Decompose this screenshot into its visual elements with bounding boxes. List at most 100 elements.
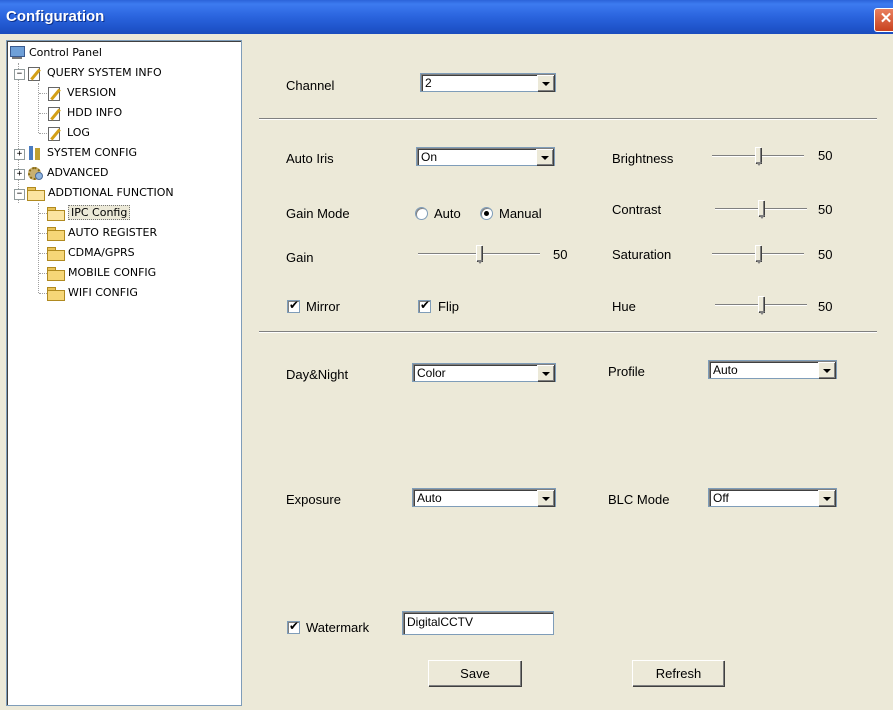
auto-iris-label: Auto Iris bbox=[286, 151, 334, 166]
exposure-label: Exposure bbox=[286, 492, 341, 507]
contrast-label: Contrast bbox=[612, 202, 662, 217]
brightness-value: 50 bbox=[818, 148, 833, 163]
exposure-value: Auto bbox=[417, 491, 442, 505]
tree-item-version[interactable]: VERSION bbox=[47, 84, 116, 102]
tree-item-mobile-config[interactable]: MOBILE CONFIG bbox=[47, 264, 156, 282]
tree-item-advanced[interactable]: ADVANCED bbox=[27, 164, 108, 182]
gain-slider[interactable] bbox=[418, 245, 540, 265]
tree-label: WIFI CONFIG bbox=[68, 286, 138, 299]
slider-thumb[interactable] bbox=[758, 200, 765, 219]
tree-label: Control Panel bbox=[29, 46, 102, 59]
gain-mode-auto-radio[interactable] bbox=[415, 207, 428, 220]
chevron-down-icon[interactable] bbox=[818, 490, 835, 506]
contrast-value: 50 bbox=[818, 202, 833, 217]
tree-line bbox=[38, 203, 39, 293]
configuration-window: Configuration ✕ Control Panel − QUERY SY… bbox=[0, 0, 893, 710]
day-night-select[interactable]: Color bbox=[412, 363, 556, 382]
tree-label: CDMA/GPRS bbox=[68, 246, 135, 259]
tree-line bbox=[38, 83, 39, 133]
checkmark-icon: ✔ bbox=[289, 619, 300, 633]
tree-label: AUTO REGISTER bbox=[68, 226, 158, 239]
hue-value: 50 bbox=[818, 299, 833, 314]
slider-thumb[interactable] bbox=[755, 245, 762, 264]
contrast-slider[interactable] bbox=[715, 200, 807, 220]
section-divider bbox=[259, 118, 877, 120]
edit-document-icon bbox=[27, 66, 43, 81]
slider-thumb[interactable] bbox=[758, 296, 765, 315]
tree-item-ipc-config[interactable]: IPC Config bbox=[47, 204, 131, 222]
profile-value: Auto bbox=[713, 363, 738, 377]
chevron-down-icon[interactable] bbox=[536, 149, 553, 165]
watermark-input[interactable]: DigitalCCTV bbox=[402, 611, 554, 635]
folder-icon bbox=[47, 266, 65, 281]
tree-label: VERSION bbox=[67, 86, 117, 99]
exposure-select[interactable]: Auto bbox=[412, 488, 556, 507]
chevron-down-icon[interactable] bbox=[537, 490, 554, 506]
collapse-icon[interactable]: − bbox=[14, 189, 25, 200]
checkmark-icon: ✔ bbox=[420, 298, 431, 312]
tree-item-query-system-info[interactable]: QUERY SYSTEM INFO bbox=[27, 64, 162, 82]
auto-iris-value: On bbox=[421, 150, 438, 164]
tree-label: SYSTEM CONFIG bbox=[47, 146, 138, 159]
ipc-config-panel: Channel 2 Auto Iris On Gain Mode Auto Ma… bbox=[246, 40, 887, 704]
expand-icon[interactable]: + bbox=[14, 169, 25, 180]
brightness-label: Brightness bbox=[612, 151, 674, 166]
tree-label: IPC Config bbox=[68, 205, 131, 220]
blc-mode-select[interactable]: Off bbox=[708, 488, 837, 507]
tree-item-log[interactable]: LOG bbox=[47, 124, 90, 142]
mirror-checkbox[interactable]: ✔ bbox=[287, 298, 300, 313]
refresh-button[interactable]: Refresh bbox=[632, 660, 724, 686]
watermark-checkbox[interactable]: ✔ bbox=[287, 619, 300, 634]
profile-select[interactable]: Auto bbox=[708, 360, 837, 379]
saturation-value: 50 bbox=[818, 247, 833, 262]
folder-open-icon bbox=[27, 186, 45, 201]
window-title: Configuration bbox=[6, 8, 105, 25]
tree-item-auto-register[interactable]: AUTO REGISTER bbox=[47, 224, 157, 242]
day-night-value: Color bbox=[417, 366, 446, 380]
saturation-label: Saturation bbox=[612, 247, 672, 262]
chevron-down-icon[interactable] bbox=[537, 75, 554, 91]
tree-item-control-panel[interactable]: Control Panel bbox=[9, 44, 102, 62]
folder-icon bbox=[47, 286, 65, 301]
slider-thumb[interactable] bbox=[476, 245, 483, 264]
day-night-label: Day&Night bbox=[286, 367, 349, 382]
chevron-down-icon[interactable] bbox=[818, 362, 835, 378]
gain-mode-auto-label: Auto bbox=[434, 206, 461, 221]
save-button[interactable]: Save bbox=[428, 660, 521, 686]
tree-item-cdma-gprs[interactable]: CDMA/GPRS bbox=[47, 244, 135, 262]
section-divider bbox=[259, 331, 877, 333]
flip-checkbox[interactable]: ✔ bbox=[418, 298, 431, 313]
auto-iris-select[interactable]: On bbox=[416, 147, 555, 166]
tree-item-hdd-info[interactable]: HDD INFO bbox=[47, 104, 122, 122]
tree-item-additional-function[interactable]: ADDTIONAL FUNCTION bbox=[27, 184, 174, 202]
edit-document-icon bbox=[47, 86, 63, 101]
watermark-label: Watermark bbox=[306, 620, 370, 635]
config-tree[interactable]: Control Panel − QUERY SYSTEM INFO VERSIO… bbox=[6, 40, 242, 706]
collapse-icon[interactable]: − bbox=[14, 69, 25, 80]
tree-label: MOBILE CONFIG bbox=[68, 266, 157, 279]
tree-item-system-config[interactable]: SYSTEM CONFIG bbox=[27, 144, 137, 162]
chevron-down-icon[interactable] bbox=[537, 365, 554, 381]
mirror-label: Mirror bbox=[306, 299, 340, 314]
tree-item-wifi-config[interactable]: WIFI CONFIG bbox=[47, 284, 138, 302]
close-icon[interactable]: ✕ bbox=[874, 8, 893, 32]
saturation-slider[interactable] bbox=[712, 245, 804, 265]
edit-document-icon bbox=[47, 126, 63, 141]
tree-label: HDD INFO bbox=[67, 106, 123, 119]
tree-label: LOG bbox=[67, 126, 90, 139]
profile-label: Profile bbox=[608, 364, 645, 379]
title-bar[interactable]: Configuration ✕ bbox=[0, 0, 893, 34]
hue-label: Hue bbox=[612, 299, 636, 314]
slider-thumb[interactable] bbox=[755, 147, 762, 166]
expand-icon[interactable]: + bbox=[14, 149, 25, 160]
gain-mode-label: Gain Mode bbox=[286, 206, 350, 221]
tools-icon bbox=[27, 146, 43, 160]
brightness-slider[interactable] bbox=[712, 147, 804, 167]
tree-line bbox=[18, 63, 19, 203]
blc-mode-label: BLC Mode bbox=[608, 492, 670, 507]
channel-select[interactable]: 2 bbox=[420, 73, 556, 92]
gain-mode-manual-radio[interactable] bbox=[480, 207, 493, 220]
hue-slider[interactable] bbox=[715, 296, 807, 316]
gain-value: 50 bbox=[553, 247, 568, 262]
watermark-text: DigitalCCTV bbox=[407, 615, 474, 629]
